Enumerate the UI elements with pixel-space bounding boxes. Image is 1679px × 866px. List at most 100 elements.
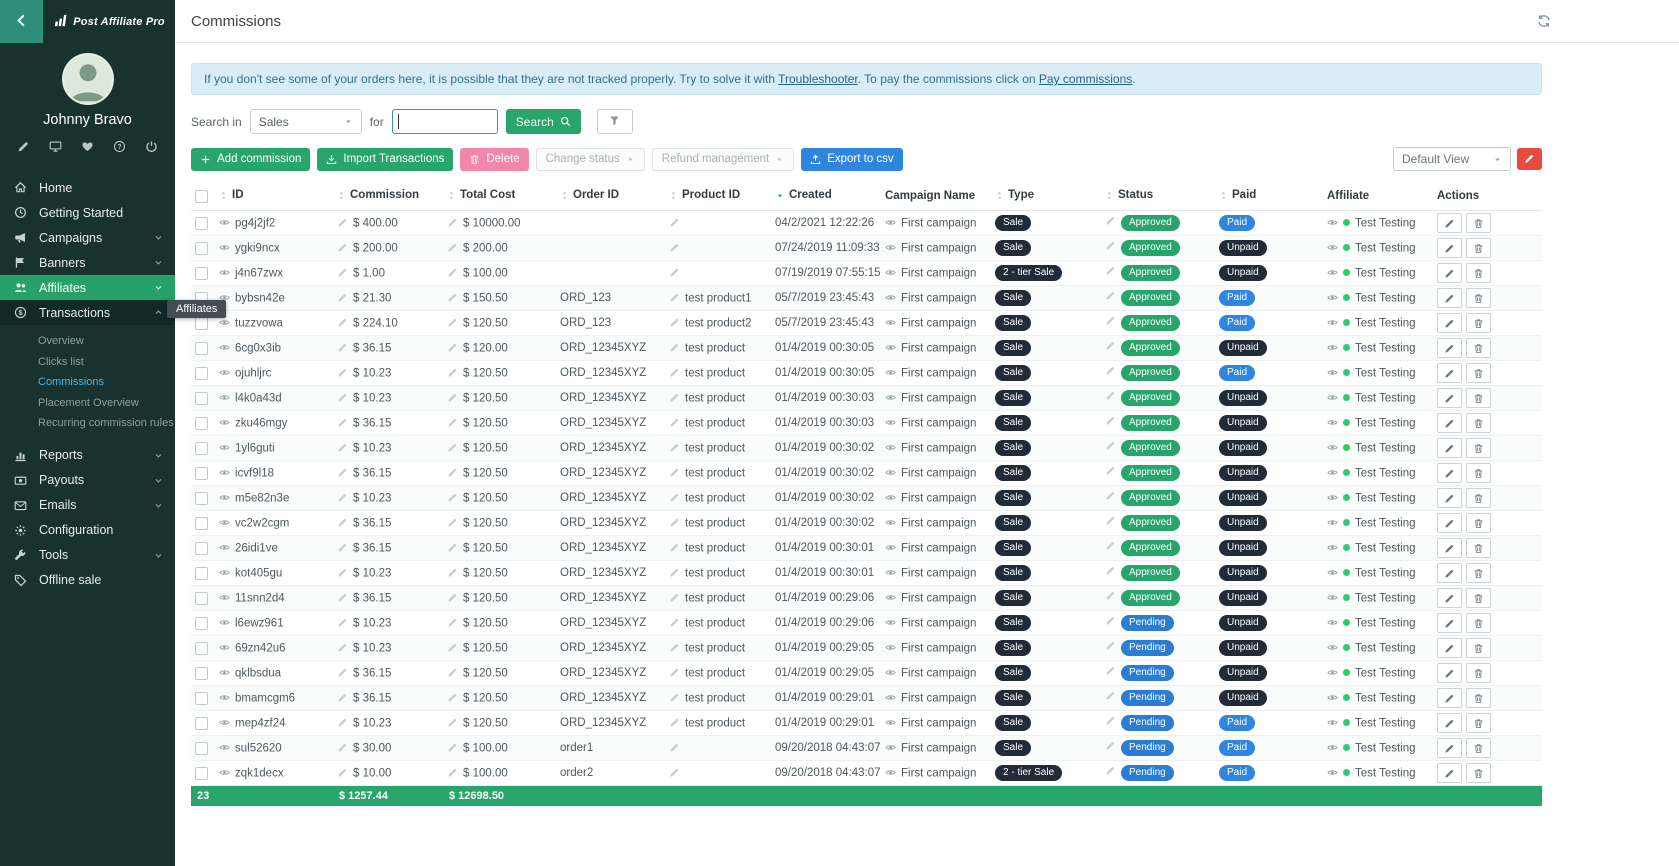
edit-row-button[interactable] (1437, 688, 1462, 708)
row-checkbox[interactable] (195, 517, 208, 530)
eye-icon[interactable] (1327, 692, 1338, 704)
help-icon[interactable]: ? (113, 140, 126, 153)
troubleshooter-link[interactable]: Troubleshooter (778, 72, 858, 86)
edit-row-button[interactable] (1437, 588, 1462, 608)
column-header-actions[interactable]: Actions (1433, 184, 1542, 211)
pencil-icon[interactable] (447, 642, 458, 654)
pencil-icon[interactable] (447, 742, 458, 754)
eye-icon[interactable] (885, 717, 896, 729)
eye-icon[interactable] (1327, 742, 1338, 754)
column-header-id[interactable]: ID (215, 184, 333, 211)
delete-row-button[interactable] (1466, 338, 1491, 358)
edit-row-button[interactable] (1437, 638, 1462, 658)
edit-row-button[interactable] (1437, 363, 1462, 383)
pencil-icon[interactable] (669, 417, 680, 429)
edit-profile-icon[interactable] (17, 140, 30, 153)
sidebar-item-payouts[interactable]: Payouts (0, 468, 175, 493)
delete-row-button[interactable] (1466, 463, 1491, 483)
eye-icon[interactable] (1327, 292, 1338, 304)
edit-row-button[interactable] (1437, 713, 1462, 733)
delete-row-button[interactable] (1466, 663, 1491, 683)
eye-icon[interactable] (885, 642, 896, 654)
eye-icon[interactable] (885, 242, 896, 254)
eye-icon[interactable] (885, 667, 896, 679)
eye-icon[interactable] (1327, 392, 1338, 404)
delete-button[interactable]: Delete (460, 148, 528, 171)
avatar[interactable] (62, 53, 114, 105)
sidebar-item-getting-started[interactable]: Getting Started (0, 200, 175, 225)
pencil-icon[interactable] (447, 267, 458, 279)
search-input[interactable] (392, 109, 498, 134)
pencil-icon[interactable] (337, 667, 348, 679)
pencil-icon[interactable] (669, 217, 680, 229)
pencil-icon[interactable] (337, 267, 348, 279)
pencil-icon[interactable] (447, 417, 458, 429)
eye-icon[interactable] (885, 567, 896, 579)
pencil-icon[interactable] (1105, 566, 1116, 578)
pencil-icon[interactable] (669, 317, 680, 329)
delete-row-button[interactable] (1466, 313, 1491, 333)
pencil-icon[interactable] (1105, 391, 1116, 403)
sidebar-item-reports[interactable]: Reports (0, 443, 175, 468)
eye-icon[interactable] (219, 642, 230, 654)
pencil-icon[interactable] (447, 317, 458, 329)
row-checkbox[interactable] (195, 667, 208, 680)
edit-row-button[interactable] (1437, 338, 1462, 358)
pencil-icon[interactable] (1105, 766, 1116, 778)
row-checkbox[interactable] (195, 317, 208, 330)
delete-row-button[interactable] (1466, 388, 1491, 408)
eye-icon[interactable] (219, 367, 230, 379)
pencil-icon[interactable] (337, 417, 348, 429)
pencil-icon[interactable] (1105, 366, 1116, 378)
delete-row-button[interactable] (1466, 513, 1491, 533)
column-header-status[interactable]: Status (1101, 184, 1215, 211)
delete-row-button[interactable] (1466, 538, 1491, 558)
eye-icon[interactable] (1327, 417, 1338, 429)
edit-row-button[interactable] (1437, 313, 1462, 333)
favorites-icon[interactable] (81, 140, 94, 153)
sidebar-item-banners[interactable]: Banners (0, 250, 175, 275)
eye-icon[interactable] (1327, 517, 1338, 529)
pencil-icon[interactable] (337, 342, 348, 354)
pencil-icon[interactable] (669, 717, 680, 729)
monitor-icon[interactable] (49, 140, 62, 153)
eye-icon[interactable] (219, 717, 230, 729)
column-header-type[interactable]: Type (991, 184, 1101, 211)
eye-icon[interactable] (1327, 492, 1338, 504)
pencil-icon[interactable] (1105, 591, 1116, 603)
search-button[interactable]: Search (506, 109, 581, 134)
pencil-icon[interactable] (447, 242, 458, 254)
edit-row-button[interactable] (1437, 388, 1462, 408)
pencil-icon[interactable] (447, 717, 458, 729)
eye-icon[interactable] (1327, 617, 1338, 629)
pencil-icon[interactable] (447, 617, 458, 629)
row-checkbox[interactable] (195, 567, 208, 580)
eye-icon[interactable] (219, 242, 230, 254)
edit-row-button[interactable] (1437, 738, 1462, 758)
sidebar-item-transactions[interactable]: $Transactions (0, 300, 175, 325)
pencil-icon[interactable] (447, 392, 458, 404)
pencil-icon[interactable] (337, 367, 348, 379)
row-checkbox[interactable] (195, 417, 208, 430)
eye-icon[interactable] (1327, 442, 1338, 454)
eye-icon[interactable] (219, 442, 230, 454)
eye-icon[interactable] (1327, 217, 1338, 229)
column-header-created[interactable]: Created (771, 184, 881, 211)
row-checkbox[interactable] (195, 217, 208, 230)
eye-icon[interactable] (885, 492, 896, 504)
pencil-icon[interactable] (1105, 266, 1116, 278)
row-checkbox[interactable] (195, 592, 208, 605)
pencil-icon[interactable] (1105, 716, 1116, 728)
sidebar-item-tools[interactable]: Tools (0, 543, 175, 568)
sidebar-subitem-recurring-commission-rules[interactable]: Recurring commission rules (0, 413, 175, 434)
delete-row-button[interactable] (1466, 488, 1491, 508)
add-commission-button[interactable]: Add commission (191, 148, 310, 171)
sidebar-subitem-placement-overview[interactable]: Placement Overview (0, 393, 175, 414)
search-scope-select[interactable]: Sales (250, 109, 362, 134)
delete-row-button[interactable] (1466, 238, 1491, 258)
pencil-icon[interactable] (669, 642, 680, 654)
eye-icon[interactable] (1327, 342, 1338, 354)
row-checkbox[interactable] (195, 267, 208, 280)
pencil-icon[interactable] (337, 292, 348, 304)
pencil-icon[interactable] (669, 517, 680, 529)
